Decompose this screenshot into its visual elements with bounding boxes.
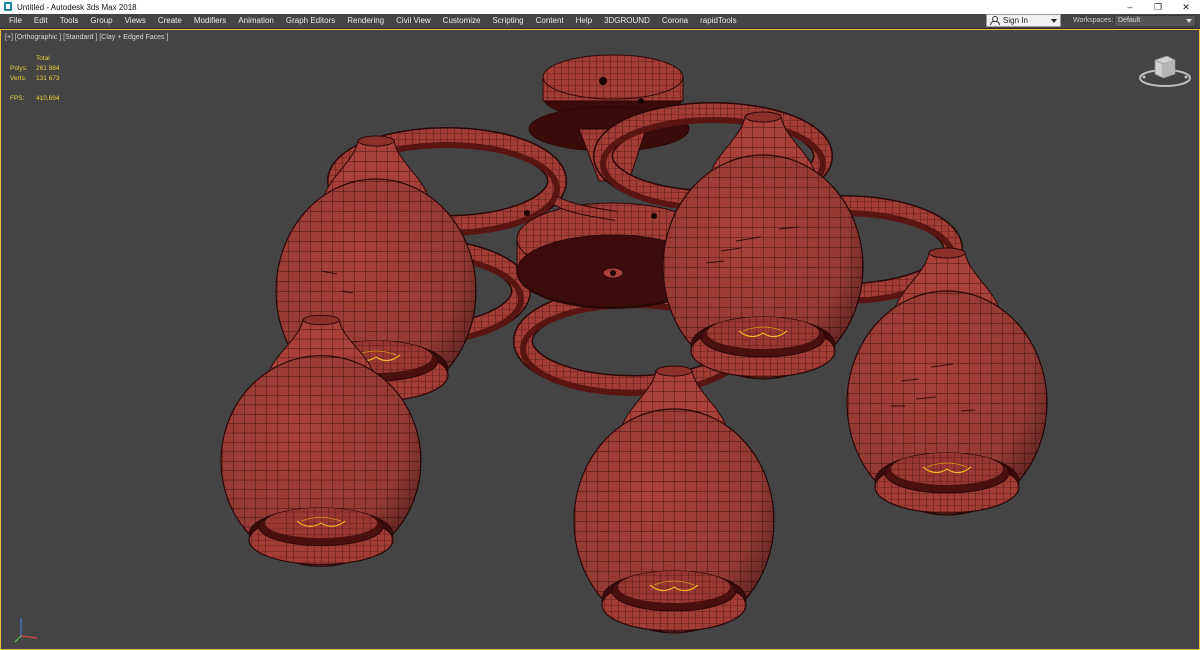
window-title: Untitled - Autodesk 3ds Max 2018: [17, 2, 137, 12]
perspective-viewport[interactable]: [+] [Orthographic ] [Standard ] [Clay + …: [0, 29, 1200, 650]
restore-button[interactable]: ❐: [1144, 0, 1172, 14]
viewport-statistics: Total Polys: 261 984 Verts: 131 673 FPS: 41…: [10, 54, 60, 104]
menu-group[interactable]: Group: [84, 14, 118, 28]
menu-modifiers[interactable]: Modifiers: [188, 14, 232, 28]
fps-value: 410,694: [36, 95, 60, 102]
minimize-button[interactable]: –: [1116, 0, 1144, 14]
lamp-front-center: [573, 365, 775, 634]
menu-customize[interactable]: Customize: [437, 14, 487, 28]
chevron-down-icon: [1186, 19, 1192, 23]
menu-tools[interactable]: Tools: [54, 14, 85, 28]
window-controls: – ❐ ✕: [1116, 0, 1200, 14]
menu-content[interactable]: Content: [530, 14, 570, 28]
menu-create[interactable]: Create: [152, 14, 188, 28]
verts-label: Verts:: [10, 75, 27, 82]
menu-edit[interactable]: Edit: [28, 14, 54, 28]
user-icon: [990, 16, 1000, 25]
sign-in-dropdown[interactable]: Sign In: [986, 14, 1061, 27]
menu-animation[interactable]: Animation: [232, 14, 280, 28]
app-icon[interactable]: [3, 2, 13, 12]
lamp-back-right: [662, 111, 864, 380]
workspaces-value: Default: [1118, 17, 1141, 24]
menu-graph-editors[interactable]: Graph Editors: [280, 14, 341, 28]
polys-value: 261 984: [36, 65, 60, 72]
chandelier-model: [220, 54, 1048, 634]
menu-scripting[interactable]: Scripting: [486, 14, 529, 28]
chevron-down-icon: [1051, 19, 1057, 23]
menu-3dground[interactable]: 3DGROUND: [598, 14, 656, 28]
sign-in-label: Sign In: [1003, 16, 1028, 25]
title-bar: Untitled - Autodesk 3ds Max 2018 – ❐ ✕: [0, 0, 1200, 14]
fps-label: FPS:: [10, 95, 25, 102]
polys-label: Polys:: [10, 65, 28, 72]
close-button[interactable]: ✕: [1172, 0, 1200, 14]
menu-views[interactable]: Views: [119, 14, 152, 28]
menu-rendering[interactable]: Rendering: [341, 14, 390, 28]
viewcube-icon[interactable]: [1137, 50, 1193, 90]
menu-help[interactable]: Help: [570, 14, 598, 28]
stats-header: Total: [36, 55, 50, 62]
menu-corona[interactable]: Corona: [656, 14, 694, 28]
menu-civil-view[interactable]: Civil View: [390, 14, 437, 28]
viewport-label[interactable]: [+] [Orthographic ] [Standard ] [Clay + …: [5, 34, 168, 41]
menu-rapidtools[interactable]: rapidTools: [694, 14, 742, 28]
workspaces-select[interactable]: Default: [1114, 15, 1196, 27]
verts-value: 131 673: [36, 75, 60, 82]
axis-tripod-icon: [14, 618, 38, 643]
menu-file[interactable]: File: [3, 14, 28, 28]
workspaces-label: Workspaces:: [1073, 17, 1114, 24]
